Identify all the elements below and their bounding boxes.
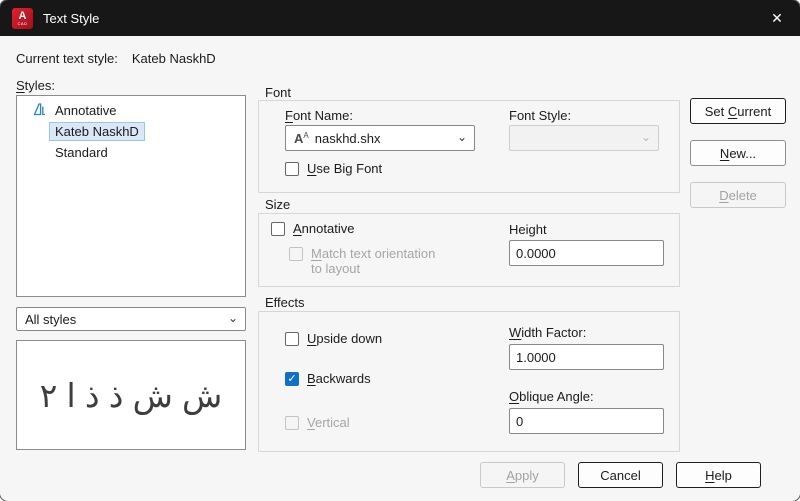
- match-orientation-row: ✓ Match text orientation to layout: [289, 246, 435, 276]
- cancel-button[interactable]: Cancel: [578, 462, 663, 488]
- use-big-font-label: Use Big Font: [307, 161, 383, 176]
- upside-down-checkbox[interactable]: ✓: [285, 331, 299, 346]
- font-name-label: Font Name:: [285, 108, 353, 123]
- close-button[interactable]: ✕: [754, 0, 800, 36]
- use-big-font-checkbox[interactable]: ✓: [285, 161, 299, 176]
- font-style-label: Font Style:: [509, 108, 572, 123]
- text-style-dialog: A CAD Text Style ✕ Current text style: K…: [0, 0, 800, 501]
- vertical-row: ✓ Vertical: [285, 415, 350, 430]
- font-name-value: naskhd.shx: [314, 130, 381, 146]
- backwards-label: Backwards: [307, 371, 371, 386]
- backwards-checkbox[interactable]: ✓: [285, 371, 299, 386]
- annotative-icon: [33, 103, 46, 116]
- annotative-checkbox[interactable]: ✓: [271, 221, 285, 236]
- shx-icon-letter: A: [294, 130, 304, 146]
- match-orientation-label-line2: to layout: [311, 261, 361, 276]
- effects-group: ✓ Upside down ✓ Backwards ✓ Vertical Wid…: [258, 311, 680, 452]
- apply-button: Apply: [480, 462, 565, 488]
- annotative-label: Annotative: [293, 221, 355, 236]
- annotative-row[interactable]: ✓ Annotative: [271, 221, 354, 236]
- size-group: ✓ Annotative ✓ Match text orientation to…: [258, 213, 680, 287]
- chevron-down-icon: ⌄: [640, 129, 651, 144]
- style-filter-value: All styles: [25, 311, 77, 327]
- list-item-label: Kateb NaskhD: [49, 122, 145, 141]
- width-factor-input[interactable]: [509, 344, 664, 370]
- height-label: Height: [509, 222, 547, 237]
- effects-group-title: Effects: [265, 295, 305, 310]
- check-icon: ✓: [287, 372, 297, 385]
- list-item-label: Annotative: [55, 103, 117, 118]
- list-item-kateb-naskhd[interactable]: Kateb NaskhD: [17, 121, 245, 142]
- titlebar: A CAD Text Style ✕: [0, 0, 800, 36]
- current-style-label: Current text style:: [16, 51, 118, 66]
- use-big-font-row[interactable]: ✓ Use Big Font: [285, 161, 382, 176]
- width-factor-label: Width Factor:: [509, 325, 587, 340]
- current-style-row: Current text style: Kateb NaskhD: [16, 51, 216, 66]
- delete-button: Delete: [690, 182, 786, 208]
- oblique-angle-label: Oblique Angle:: [509, 389, 594, 404]
- set-current-button[interactable]: Set Current: [690, 98, 786, 124]
- font-group-title: Font: [265, 85, 292, 100]
- new-button[interactable]: New...: [690, 140, 786, 166]
- match-orientation-checkbox: ✓: [289, 247, 303, 261]
- match-orientation-label: Match text orientation to layout: [311, 246, 435, 276]
- font-style-dropdown: ⌄: [509, 125, 659, 151]
- current-style-value: Kateb NaskhD: [131, 51, 216, 66]
- shx-icon-superscript: A: [303, 130, 309, 140]
- vertical-checkbox: ✓: [285, 415, 299, 430]
- preview-text: ش ش ذ ذ ا ٢: [39, 376, 223, 414]
- list-item-label: Standard: [55, 145, 108, 160]
- upside-down-label: Upside down: [307, 331, 383, 346]
- size-group-title: Size: [265, 197, 291, 212]
- height-input[interactable]: [509, 240, 664, 266]
- window-title: Text Style: [43, 10, 100, 26]
- shx-font-icon: A A: [294, 130, 309, 146]
- autocad-logo-icon: A CAD: [12, 7, 33, 29]
- backwards-row[interactable]: ✓ Backwards: [285, 371, 371, 386]
- styles-label: Styles:: [16, 78, 56, 93]
- match-orientation-label-line1: Match text orientation: [311, 246, 436, 261]
- chevron-down-icon: ⌄: [456, 129, 467, 144]
- list-item-standard[interactable]: Standard: [17, 142, 245, 163]
- help-button[interactable]: Help: [676, 462, 761, 488]
- logo-sub: CAD: [17, 20, 28, 26]
- close-icon: ✕: [771, 9, 783, 26]
- styles-list[interactable]: Annotative Kateb NaskhD Standard: [16, 95, 246, 297]
- style-filter-dropdown[interactable]: All styles ⌄: [16, 307, 246, 331]
- vertical-label: Vertical: [307, 415, 350, 430]
- oblique-angle-input[interactable]: [509, 408, 664, 434]
- logo-letter: A: [18, 9, 27, 22]
- font-group: Font Name: A A naskhd.shx ⌄ Font Style: …: [258, 100, 680, 193]
- list-item-annotative[interactable]: Annotative: [17, 100, 245, 121]
- chevron-down-icon: ⌄: [227, 310, 238, 325]
- preview-panel: ش ش ذ ذ ا ٢: [16, 340, 246, 450]
- font-name-dropdown[interactable]: A A naskhd.shx ⌄: [285, 125, 475, 151]
- upside-down-row[interactable]: ✓ Upside down: [285, 331, 382, 346]
